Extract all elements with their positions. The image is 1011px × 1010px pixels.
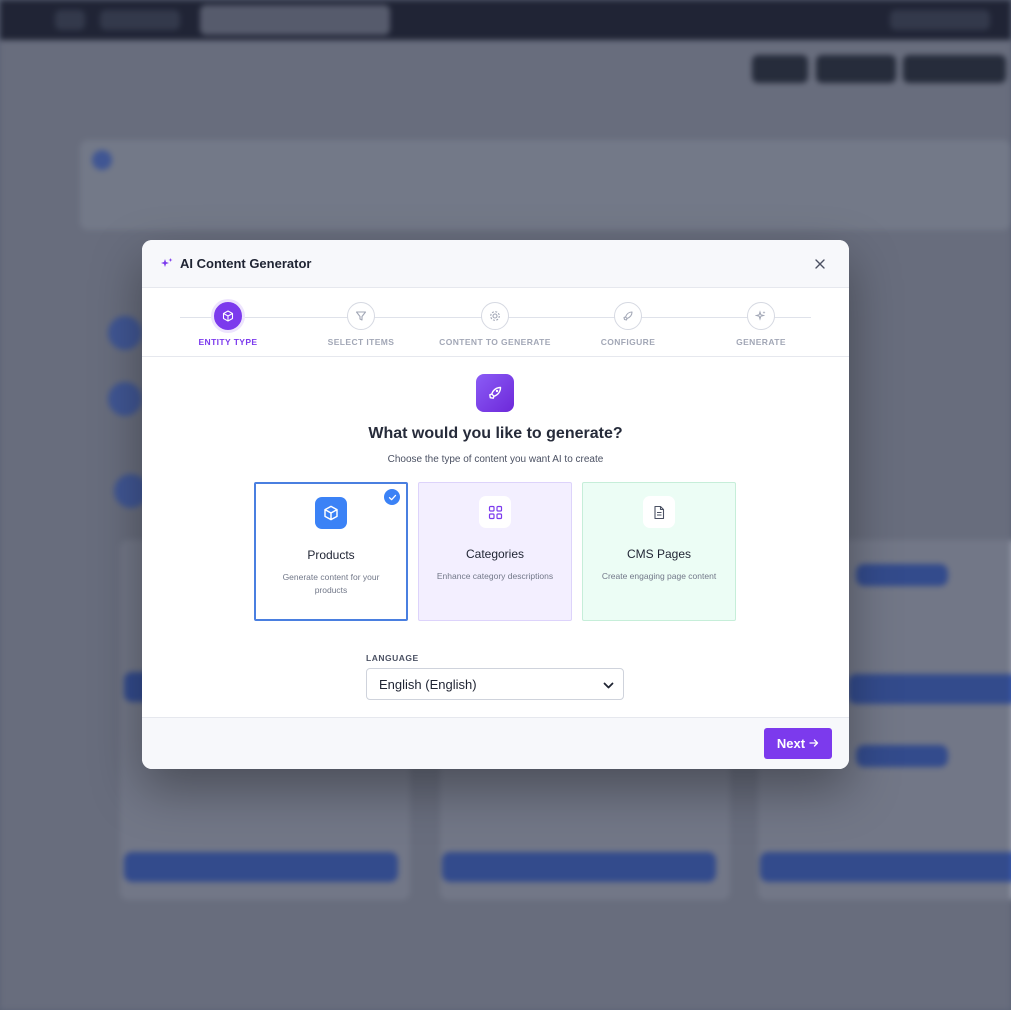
option-title: CMS Pages [626, 547, 692, 561]
option-products[interactable]: Products Generate content for your produ… [254, 482, 408, 621]
filter-icon [347, 302, 375, 330]
step-configure[interactable]: CONFIGURE [558, 302, 698, 347]
sparkle-icon [160, 257, 174, 271]
next-button[interactable]: Next [764, 728, 832, 759]
arrow-right-icon [809, 736, 819, 751]
option-title: Categories [465, 547, 525, 561]
rocket-icon [476, 374, 514, 412]
step-label: ENTITY TYPE [198, 337, 258, 347]
next-button-label: Next [776, 736, 806, 751]
ai-content-generator-modal: AI Content Generator ENTITY TYPE SELECT … [142, 240, 849, 769]
language-label: LANGUAGE [366, 653, 419, 663]
step-select-items[interactable]: SELECT ITEMS [291, 302, 431, 347]
option-cms-pages[interactable]: CMS Pages Create engaging page content [582, 482, 736, 621]
page-heading: What would you like to generate? [368, 425, 623, 442]
modal-body: What would you like to generate? Choose … [142, 357, 849, 717]
option-title: Products [307, 548, 355, 562]
step-content-to-generate[interactable]: CONTENT TO GENERATE [425, 302, 565, 347]
step-label: CONTENT TO GENERATE [439, 337, 551, 347]
gear-icon [481, 302, 509, 330]
option-description: Generate content for your products [282, 572, 380, 595]
sparkle-icon [747, 302, 775, 330]
cube-icon [214, 302, 242, 330]
rocket-icon [614, 302, 642, 330]
document-icon [643, 496, 675, 528]
step-label: SELECT ITEMS [327, 337, 395, 347]
step-label: GENERATE [736, 337, 786, 347]
language-select-value: English (English) [379, 676, 477, 692]
grid-icon [479, 496, 511, 528]
step-entity-type[interactable]: ENTITY TYPE [158, 302, 298, 347]
modal-footer: Next [142, 717, 849, 769]
modal-header: AI Content Generator [142, 240, 849, 288]
check-icon [384, 489, 400, 505]
option-categories[interactable]: Categories Enhance category descriptions [418, 482, 572, 621]
option-description: Create engaging page content [601, 571, 717, 581]
close-icon[interactable] [811, 255, 829, 273]
step-generate[interactable]: GENERATE [691, 302, 831, 347]
step-label: CONFIGURE [600, 337, 656, 347]
page-subheading: Choose the type of content you want AI t… [387, 454, 604, 465]
wizard-stepper: ENTITY TYPE SELECT ITEMS CONTENT TO GENE… [142, 288, 849, 357]
option-description: Enhance category descriptions [436, 571, 554, 581]
cube-icon [315, 497, 347, 529]
modal-title: AI Content Generator [180, 256, 312, 271]
chevron-down-icon [603, 679, 614, 694]
language-select[interactable]: English (English) [366, 668, 624, 700]
